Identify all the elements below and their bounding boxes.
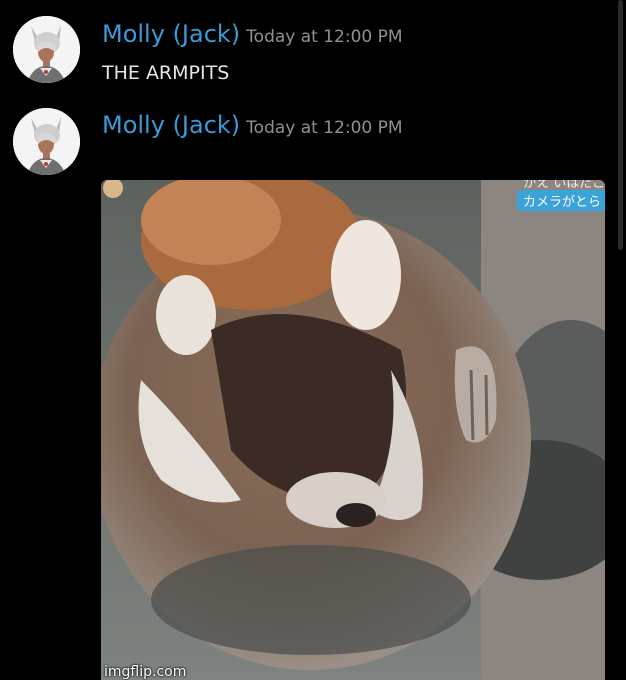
chat-log: Molly (Jack) Today at 12:00 PM THE ARMPIT… xyxy=(0,0,626,680)
image-attachment[interactable]: かえ いはたこ カメラがとら imgflip.com xyxy=(101,180,605,680)
watermark: imgflip.com xyxy=(104,664,187,680)
raccoon-image xyxy=(101,180,605,680)
message-1: Molly (Jack) Today at 12:00 PM THE ARMPIT… xyxy=(0,0,626,100)
avatar-image xyxy=(13,108,80,175)
username[interactable]: Molly (Jack) xyxy=(102,111,240,139)
timestamp: Today at 12:00 PM xyxy=(246,118,403,138)
message-header: Molly (Jack) Today at 12:00 PM xyxy=(102,111,403,139)
message-header: Molly (Jack) Today at 12:00 PM xyxy=(102,20,403,48)
tv-caption-tag: カメラがとら xyxy=(516,190,605,211)
message-text: THE ARMPITS xyxy=(102,62,230,84)
avatar-image xyxy=(13,16,80,83)
avatar[interactable] xyxy=(13,16,80,83)
username[interactable]: Molly (Jack) xyxy=(102,20,240,48)
timestamp: Today at 12:00 PM xyxy=(246,27,403,47)
avatar[interactable] xyxy=(13,108,80,175)
